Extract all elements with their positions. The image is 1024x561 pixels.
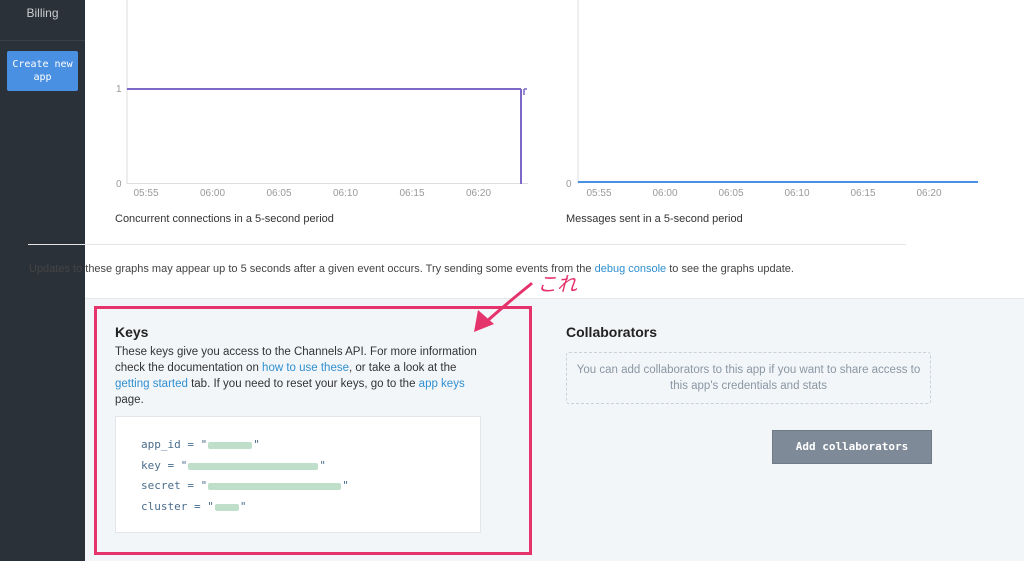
annotation-arrow-icon	[474, 282, 533, 332]
